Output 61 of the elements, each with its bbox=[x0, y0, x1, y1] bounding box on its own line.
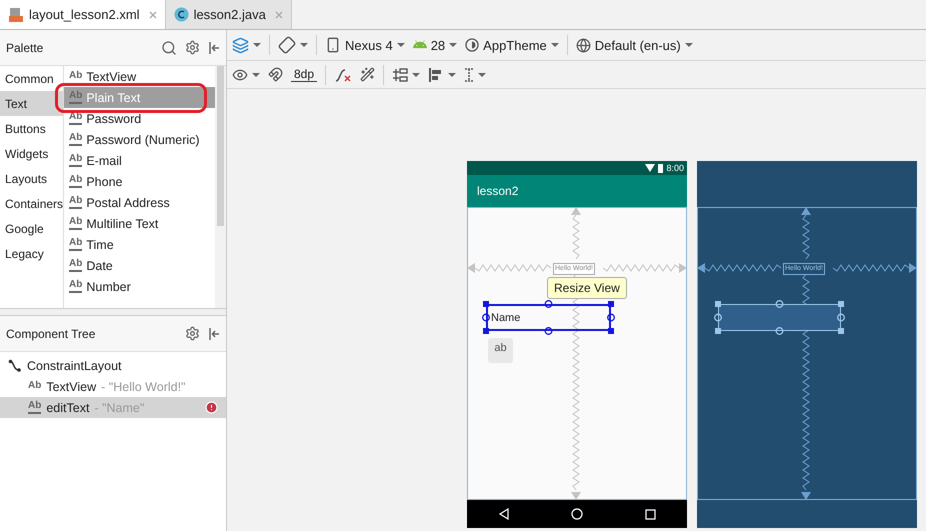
panel-title: Component Tree bbox=[6, 326, 96, 340]
rotate-icon[interactable] bbox=[278, 36, 296, 54]
palette-item[interactable]: Ab Password (Numeric) bbox=[64, 129, 215, 150]
api-dropdown[interactable]: 28 bbox=[412, 38, 458, 52]
search-icon[interactable] bbox=[161, 40, 177, 56]
editor-tab[interactable]: layout_lesson2.xml bbox=[0, 0, 166, 29]
palette-item[interactable]: Ab Time bbox=[64, 234, 215, 255]
editor-tab[interactable]: lesson2.java bbox=[166, 0, 292, 29]
home-icon[interactable] bbox=[571, 508, 584, 520]
phone-icon bbox=[325, 37, 341, 53]
theme-icon bbox=[465, 38, 480, 52]
globe-icon bbox=[576, 38, 591, 52]
layers-icon[interactable] bbox=[232, 36, 249, 54]
guideline-icon[interactable] bbox=[464, 66, 474, 82]
battery-icon bbox=[658, 164, 664, 172]
tree-item[interactable]: Ab editText - "Name" bbox=[0, 397, 226, 418]
device-dropdown[interactable]: Nexus 4 bbox=[325, 37, 405, 53]
pack-icon[interactable] bbox=[392, 66, 408, 82]
collapse-icon[interactable] bbox=[208, 326, 220, 340]
wifi-icon bbox=[645, 164, 656, 172]
class-icon bbox=[174, 7, 189, 22]
magnet-icon[interactable] bbox=[268, 67, 283, 82]
palette-category[interactable]: Containers bbox=[0, 191, 63, 216]
text-field-badge[interactable]: ab bbox=[488, 338, 513, 363]
default-margin[interactable]: 8dp bbox=[291, 67, 318, 82]
text-widget-icon: Ab bbox=[28, 381, 42, 392]
settings-icon[interactable] bbox=[185, 326, 200, 341]
palette-item[interactable]: Ab Multiline Text bbox=[64, 213, 215, 234]
palette-item[interactable]: Ab Postal Address bbox=[64, 192, 215, 213]
app-title: lesson2 bbox=[477, 184, 518, 198]
recents-icon[interactable] bbox=[645, 508, 656, 520]
palette-item[interactable]: Ab TextView bbox=[64, 66, 215, 87]
palette-item[interactable]: Ab Date bbox=[64, 255, 215, 276]
palette-category[interactable]: Widgets bbox=[0, 141, 63, 166]
palette-category[interactable]: Buttons bbox=[0, 116, 63, 141]
tree-item[interactable]: ConstraintLayout bbox=[0, 355, 226, 376]
palette-category[interactable]: Layouts bbox=[0, 166, 63, 191]
palette-item[interactable]: Ab Number bbox=[64, 276, 215, 297]
magic-wand-icon[interactable] bbox=[360, 67, 376, 82]
settings-icon[interactable] bbox=[185, 40, 200, 55]
clock-text: 8:00 bbox=[666, 163, 684, 173]
error-icon bbox=[205, 401, 218, 414]
tree-item[interactable]: Ab TextView - "Hello World!" bbox=[0, 376, 226, 397]
xml-file-icon bbox=[8, 6, 24, 22]
palette-category[interactable]: Common bbox=[0, 66, 63, 91]
back-icon[interactable] bbox=[498, 508, 510, 520]
text-widget-icon: Ab bbox=[69, 71, 82, 82]
palette-category[interactable]: Legacy bbox=[0, 241, 63, 266]
eye-icon[interactable] bbox=[232, 66, 248, 82]
scrollbar[interactable] bbox=[217, 66, 224, 226]
collapse-icon[interactable] bbox=[208, 40, 220, 54]
clear-constraints-icon[interactable] bbox=[334, 66, 352, 82]
palette-item[interactable]: Ab E-mail bbox=[64, 150, 215, 171]
palette-category[interactable]: Google bbox=[0, 216, 63, 241]
theme-dropdown[interactable]: AppTheme bbox=[465, 38, 559, 52]
panel-title: Palette bbox=[6, 40, 44, 54]
palette-category[interactable]: Text bbox=[0, 91, 63, 116]
locale-dropdown[interactable]: Default (en-us) bbox=[576, 38, 693, 52]
constraint-layout-icon bbox=[8, 358, 22, 372]
palette-item[interactable]: Ab Phone bbox=[64, 171, 215, 192]
tooltip: Resize View bbox=[547, 277, 627, 299]
